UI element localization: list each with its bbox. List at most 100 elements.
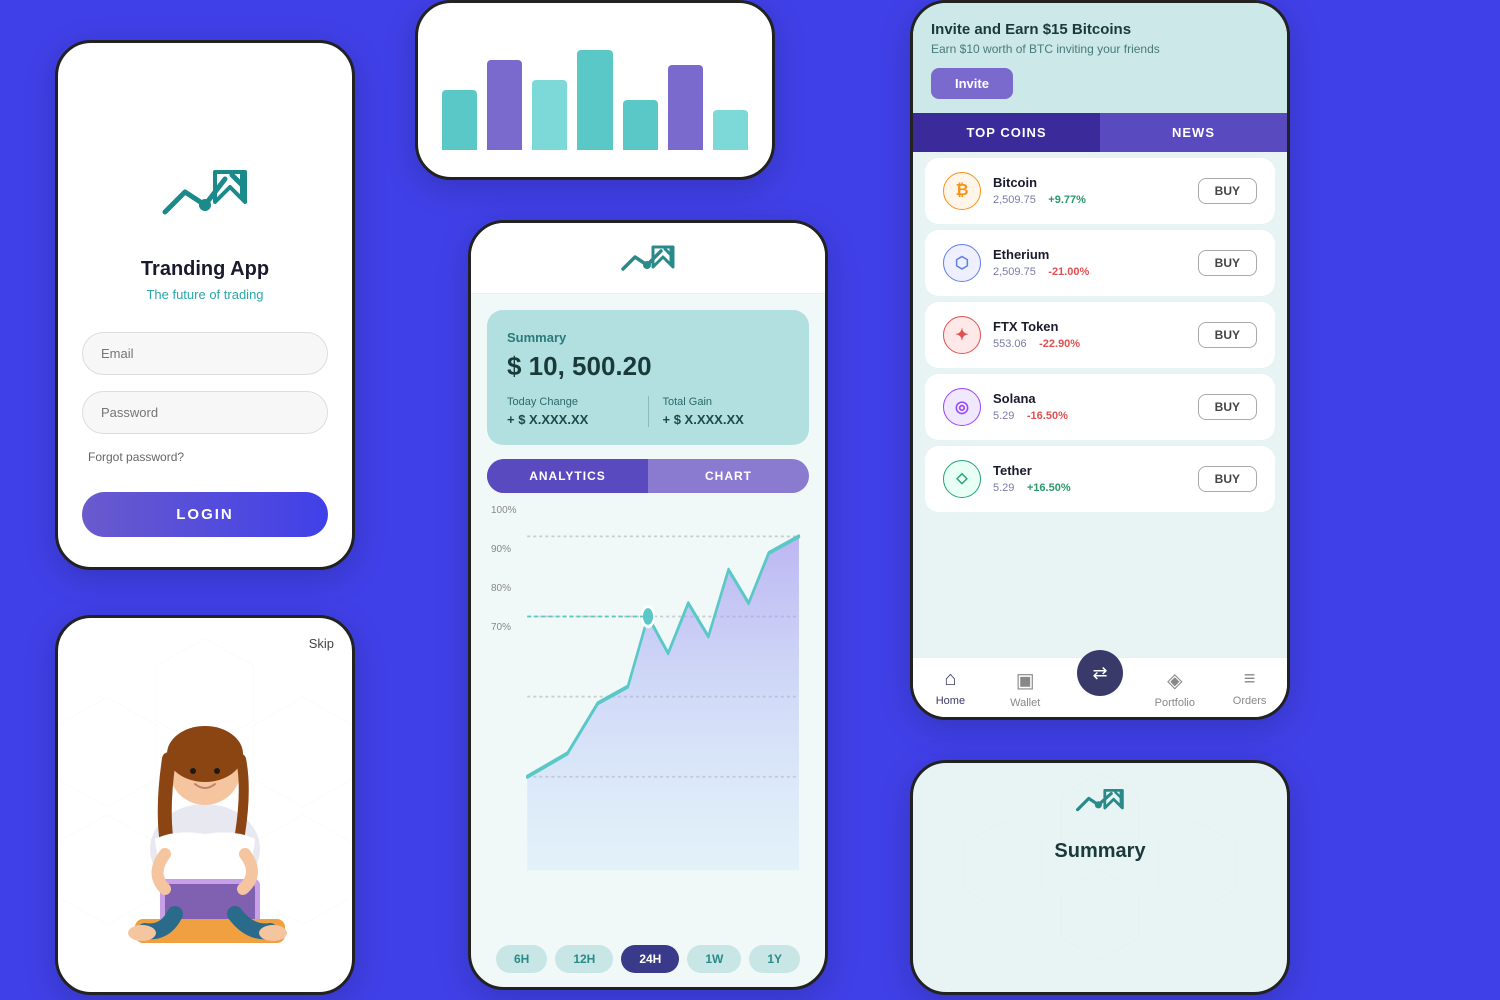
solana-icon: ◎ [943,388,981,426]
tab-top-coins[interactable]: TOP COINS [913,113,1100,152]
ftx-icon: ✦ [943,316,981,354]
portfolio-icon: ◈ [1167,668,1182,693]
hex-background [82,83,328,167]
nav-orders-label: Orders [1233,695,1267,707]
bitcoin-buy-button[interactable]: BUY [1198,178,1257,204]
scene: Tranding App The future of trading Forgo… [0,0,1500,1000]
time-btn-6h[interactable]: 6H [496,945,547,973]
phone-crypto: Invite and Earn $15 Bitcoins Earn $10 wo… [910,0,1290,720]
etherium-price: 2,509.75 [993,266,1036,278]
login-logo [160,167,250,242]
chart-area: 100% 90% 80% 70% [471,493,825,937]
time-btn-1w[interactable]: 1W [687,945,741,973]
mini-bar-7 [713,110,748,150]
mini-bar-2 [487,60,522,150]
solana-info: Solana 5.29 -16.50% [993,391,1198,424]
ftx-price: 553.06 [993,338,1027,350]
etherium-name: Etherium [993,247,1198,262]
solana-change: -16.50% [1027,410,1068,422]
tether-change: +16.50% [1027,482,1071,494]
tether-info: Tether 5.29 +16.50% [993,463,1198,496]
time-btn-1y[interactable]: 1Y [749,945,800,973]
bitcoin-name: Bitcoin [993,175,1198,190]
wallet-icon: ▣ [1016,668,1035,693]
solana-buy-button[interactable]: BUY [1198,394,1257,420]
password-input[interactable] [82,391,328,434]
orders-icon: ≡ [1244,668,1256,691]
chart-label-90: 90% [491,544,517,555]
login-button[interactable]: LOGIN [82,492,328,537]
bitcoin-info: Bitcoin 2,509.75 +9.77% [993,175,1198,208]
nav-orders[interactable]: ≡ Orders [1212,668,1287,709]
today-change-value: + $ X.XXX.XX [507,412,634,427]
mini-bar-6 [668,65,703,150]
coin-item-etherium: ⬡ Etherium 2,509.75 -21.00% BUY [925,230,1275,296]
solana-price: 5.29 [993,410,1014,422]
tether-name: Tether [993,463,1198,478]
total-gain-label: Total Gain [663,396,790,408]
forgot-password[interactable]: Forgot password? [88,450,184,464]
nav-exchange[interactable]: ⇄ [1063,668,1138,709]
total-gain-col: Total Gain + $ X.XXX.XX [663,396,790,427]
etherium-info: Etherium 2,509.75 -21.00% [993,247,1198,280]
exchange-icon: ⇄ [1077,650,1123,696]
time-buttons: 6H 12H 24H 1W 1Y [471,937,825,987]
main-logo-svg [621,245,675,279]
chart-labels: 100% 90% 80% 70% [491,505,517,633]
login-title: Tranding App [141,258,269,281]
mini-bar-1 [442,90,477,150]
coin-item-bitcoin: ₿ Bitcoin 2,509.75 +9.77% BUY [925,158,1275,224]
nav-wallet[interactable]: ▣ Wallet [988,668,1063,709]
etherium-icon: ⬡ [943,244,981,282]
chart-label-100: 100% [491,505,517,516]
invite-banner: Invite and Earn $15 Bitcoins Earn $10 wo… [913,3,1287,113]
etherium-buy-button[interactable]: BUY [1198,250,1257,276]
login-subtitle: The future of trading [146,287,263,302]
main-header [471,223,825,294]
chart-label-70: 70% [491,622,517,633]
dashboard-tabs: ANALYTICS CHART [487,459,809,493]
bitcoin-change: +9.77% [1048,194,1086,206]
tether-buy-button[interactable]: BUY [1198,466,1257,492]
tab-chart[interactable]: CHART [648,459,809,493]
coin-list: ₿ Bitcoin 2,509.75 +9.77% BUY ⬡ Etherium… [913,152,1287,657]
ftx-buy-button[interactable]: BUY [1198,322,1257,348]
time-btn-12h[interactable]: 12H [555,945,613,973]
mini-bar-4 [577,50,612,150]
summary-logo-svg [1076,787,1124,821]
coin-tabs: TOP COINS NEWS [913,113,1287,152]
tab-analytics[interactable]: ANALYTICS [487,459,648,493]
home-icon: ⌂ [944,668,956,691]
col-divider [648,396,649,427]
coin-item-solana: ◎ Solana 5.29 -16.50% BUY [925,374,1275,440]
ftx-info: FTX Token 553.06 -22.90% [993,319,1198,352]
total-gain-value: + $ X.XXX.XX [663,412,790,427]
invite-button[interactable]: Invite [931,68,1013,99]
nav-home[interactable]: ⌂ Home [913,668,988,709]
coin-item-tether: ⬦ Tether 5.29 +16.50% BUY [925,446,1275,512]
tether-icon: ⬦ [943,460,981,498]
mini-bars-container [442,40,748,150]
etherium-change: -21.00% [1048,266,1089,278]
email-input[interactable] [82,332,328,375]
ftx-change: -22.90% [1039,338,1080,350]
bitcoin-price: 2,509.75 [993,194,1036,206]
nav-wallet-label: Wallet [1010,697,1040,709]
skip-button[interactable]: Skip [309,636,334,651]
summary-card: Summary $ 10, 500.20 Today Change + $ X.… [487,310,809,445]
illustration-svg [85,659,325,949]
bitcoin-icon: ₿ [943,172,981,210]
invite-subtitle: Earn $10 worth of BTC inviting your frie… [931,42,1269,56]
line-chart-svg [487,503,809,937]
tab-news[interactable]: NEWS [1100,113,1287,152]
logo-svg [160,167,250,237]
summary-logo [1076,787,1124,826]
mini-bar-5 [623,100,658,150]
ftx-name: FTX Token [993,319,1198,334]
time-btn-24h[interactable]: 24H [621,945,679,973]
nav-portfolio[interactable]: ◈ Portfolio [1137,668,1212,709]
phone-onboard: Skip [55,615,355,995]
nav-portfolio-label: Portfolio [1155,697,1195,709]
bottom-summary-label: Summary [1054,840,1145,863]
phone-chart-top [415,0,775,180]
